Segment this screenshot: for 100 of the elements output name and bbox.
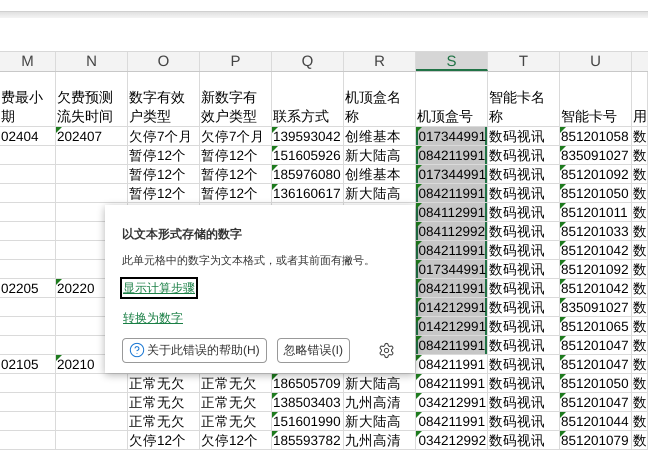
table-cell-text: 数码视讯: [488, 299, 546, 317]
table-cell-text: 186505709: [272, 375, 342, 393]
header-cell-text: 称: [488, 107, 504, 126]
table-cell-text: 数: [632, 204, 647, 222]
header-cell-text: 期: [0, 107, 16, 126]
table-cell-text: 20210: [56, 356, 96, 374]
table-cell-text: 正常无欠: [128, 375, 186, 393]
table-cell-text: 暂停12个: [200, 185, 260, 203]
header-cell-text: 机顶盒号: [416, 107, 474, 126]
table-cell-text: 851201044: [560, 413, 630, 431]
table-cell-text: 851201011: [560, 204, 629, 222]
table-cell-text: 084211991: [418, 242, 486, 260]
ignore-error-button[interactable]: 忽略错误(I): [276, 338, 350, 362]
popup-link[interactable]: 显示计算步骤: [122, 278, 196, 296]
table-cell-text: 851201042: [560, 242, 630, 260]
header-cell-text: 流失时间: [56, 107, 114, 126]
header-cell-text: 联系方式: [272, 107, 330, 126]
table-cell-text: 851201050: [560, 375, 630, 393]
table-cell-text: 新大陆高: [344, 375, 402, 393]
table-cell-text: 欠停7个月: [128, 128, 194, 146]
table-cell-text: 数码视讯: [488, 280, 546, 298]
table-cell-text: 084211991: [418, 147, 486, 165]
table-cell-text: 851201092: [560, 166, 630, 184]
table-cell-text: 数码视讯: [488, 356, 546, 374]
table-cell-text: 九州高清: [344, 394, 402, 412]
table-cell-text: 数: [632, 242, 647, 260]
table-cell-text: 851201058: [560, 128, 630, 146]
column-header[interactable]: P: [200, 52, 272, 71]
table-cell-text: 欠停7个月: [200, 128, 266, 146]
table-cell-text: 851201033: [560, 223, 630, 241]
column-header[interactable]: Q: [272, 52, 344, 71]
table-cell-text: 数: [632, 394, 647, 412]
header-cell-text: 费最小: [0, 88, 44, 107]
header-cell-text: 智能卡号: [560, 107, 618, 126]
table-cell-text: 数码视讯: [488, 261, 546, 279]
popup-link[interactable]: 转换为数字: [122, 308, 184, 326]
table-cell-text: 数码视讯: [488, 413, 546, 431]
table-cell-text: 欠停12个: [128, 432, 188, 450]
table-cell-text: 084211991: [418, 280, 486, 298]
help-button[interactable]: 关于此错误的帮助(H): [122, 338, 267, 362]
table-cell-text: 数码视讯: [488, 318, 546, 336]
table-cell-text: 084211991: [418, 185, 486, 203]
table-cell-text: 185593782: [272, 432, 342, 450]
table-cell-text: 正常无欠: [200, 375, 258, 393]
table-cell-text: 数码视讯: [488, 128, 546, 146]
table-cell-text: 暂停12个: [128, 147, 188, 165]
table-cell-text: 数码视讯: [488, 432, 546, 450]
popup-description: 此单元格中的数字为文本格式，或者其前面有撇号。: [122, 254, 376, 269]
table-cell-text: 034212991: [418, 394, 487, 412]
table-cell-text: 数码视讯: [488, 185, 546, 203]
table-cell-text: 138503403: [272, 394, 342, 412]
table-cell-text: 数: [632, 185, 647, 203]
table-cell-text: 正常无欠: [128, 413, 186, 431]
table-cell-text: 数: [632, 413, 647, 431]
column-header[interactable]: T: [488, 52, 560, 71]
table-cell-text: 暂停12个: [128, 185, 188, 203]
table-cell-text: 851201042: [560, 280, 630, 298]
table-cell-text: 139593042: [272, 128, 342, 146]
table-cell-text: 02205: [0, 280, 40, 298]
table-cell-text: 数: [632, 261, 647, 279]
table-cell-text: 正常无欠: [200, 413, 258, 431]
table-cell-text: 084112991: [418, 204, 486, 222]
table-cell-text: 数码视讯: [488, 337, 546, 355]
popup-title: 以文本形式存储的数字: [122, 226, 243, 243]
column-header[interactable]: M: [0, 52, 56, 71]
header-cell-text: 新数字有: [200, 88, 258, 107]
table-cell-text: 835091027: [560, 147, 630, 165]
header-cell-text: 欠费预测: [56, 88, 114, 107]
table-cell-text: 202407: [56, 128, 104, 146]
column-header[interactable]: U: [560, 52, 632, 71]
table-cell-text: 数: [632, 147, 647, 165]
table-cell-text: 151601990: [272, 413, 342, 431]
header-cell-text: 户类型: [128, 107, 172, 126]
table-cell-text: 暂停12个: [128, 166, 188, 184]
column-header[interactable]: O: [128, 52, 200, 71]
table-cell-text: 084211991: [418, 337, 486, 355]
settings-icon[interactable]: [378, 342, 395, 358]
table-cell-text: 851201047: [560, 394, 630, 412]
column-header[interactable]: S: [416, 52, 488, 71]
table-cell-text: 数: [632, 375, 647, 393]
table-cell-text: 20220: [56, 280, 96, 298]
table-cell-text: 185976080: [272, 166, 342, 184]
table-cell-text: 数: [632, 337, 647, 355]
header-cell-text: 机顶盒名: [344, 88, 402, 107]
table-cell-text: 数码视讯: [488, 223, 546, 241]
table-cell-text: 暂停12个: [200, 147, 260, 165]
table-cell-text: 数: [632, 432, 647, 450]
table-cell-text: 851201047: [560, 337, 630, 355]
table-cell-text: 暂停12个: [200, 166, 260, 184]
table-cell-text: 数码视讯: [488, 242, 546, 260]
header-cell-text: 智能卡名: [488, 88, 546, 107]
table-cell-text: 084211991: [418, 413, 486, 431]
column-header[interactable]: N: [56, 52, 128, 71]
table-cell-text: 数码视讯: [488, 394, 546, 412]
table-cell-text: 新大陆高: [344, 185, 402, 203]
header-cell-text: 用: [632, 107, 647, 126]
table-cell-text: 欠停12个: [200, 432, 260, 450]
table-cell-text: 新大陆高: [344, 413, 402, 431]
table-cell-text: 创维基本: [344, 166, 402, 184]
header-cell-text: 称: [344, 107, 360, 126]
